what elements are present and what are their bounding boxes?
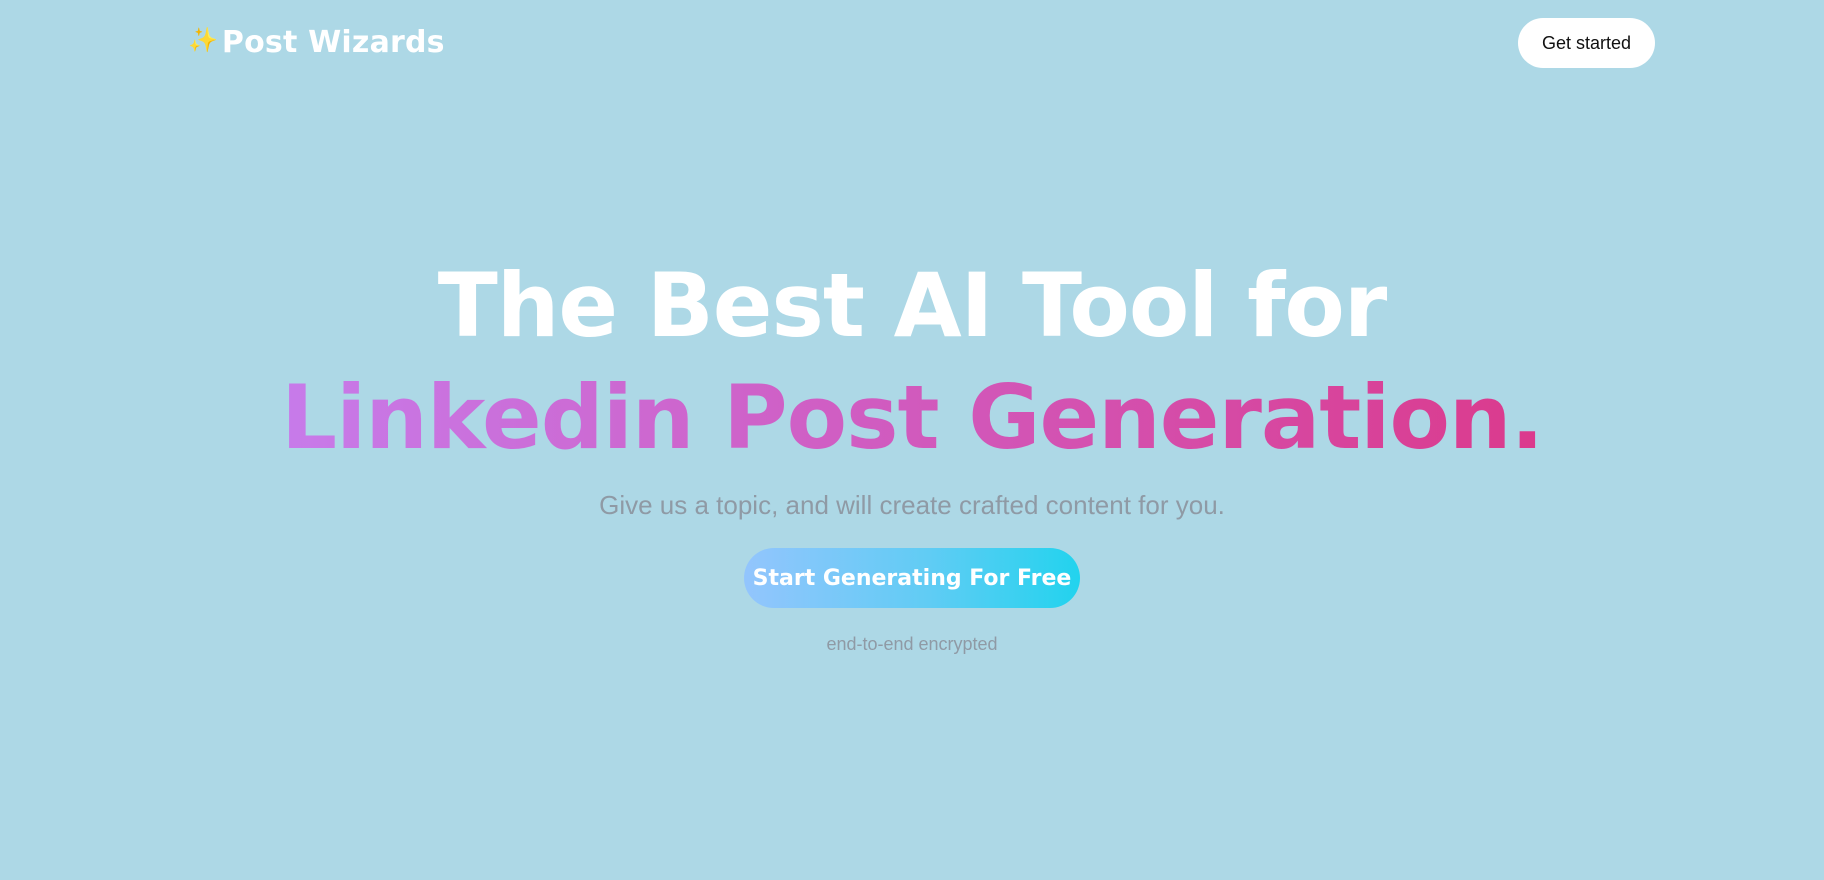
brand-logo[interactable]: ✨ Post Wizards — [188, 20, 445, 64]
get-started-button[interactable]: Get started — [1518, 18, 1655, 68]
start-generating-button[interactable]: Start Generating For Free — [744, 548, 1080, 608]
top-navigation-bar: ✨ Post Wizards Get started — [0, 0, 1824, 86]
hero-subtitle: Give us a topic, and will create crafted… — [599, 490, 1225, 520]
sparkles-icon: ✨ — [188, 27, 218, 54]
headline-line-2: Linkedin Post Generation. — [281, 362, 1544, 474]
cta-container: Start Generating For Free — [0, 548, 1824, 608]
encryption-note: end-to-end encrypted — [826, 634, 998, 654]
headline-line-1: The Best AI Tool for — [437, 254, 1388, 357]
hero-section: The Best AI Tool for Linkedin Post Gener… — [0, 250, 1824, 655]
brand-name: Post Wizards — [221, 24, 445, 60]
